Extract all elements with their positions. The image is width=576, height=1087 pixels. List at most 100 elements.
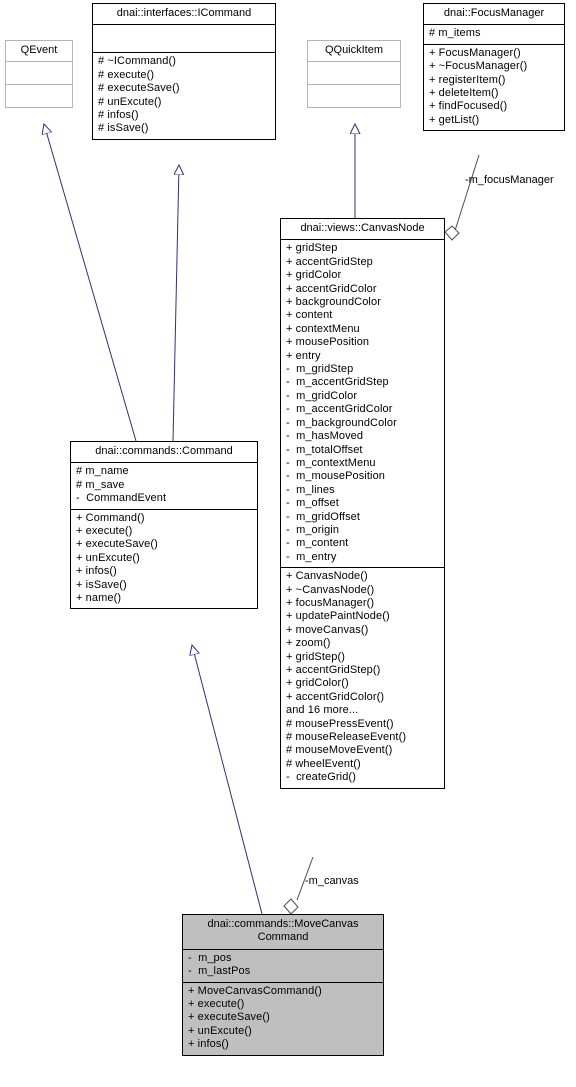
- class-box-qevent[interactable]: QEvent: [5, 40, 73, 109]
- class-attributes-canvasnode: + gridStep + accentGridStep + gridColor …: [281, 239, 444, 567]
- class-operations-qquickitem: [308, 84, 400, 107]
- member: # wheelEvent(): [286, 757, 361, 770]
- member: + name(): [76, 592, 122, 605]
- edge-canvasnode-aggregates-focusmanager: [444, 154, 480, 241]
- class-title-qquickitem: QQuickItem: [324, 44, 384, 56]
- class-box-movecanvascommand[interactable]: dnai::commands::MoveCanvas Command - m_p…: [182, 914, 384, 1056]
- member: # unExcute(): [98, 95, 162, 108]
- member: + executeSave(): [76, 538, 158, 551]
- member: # ~ICommand(): [98, 55, 177, 68]
- class-title-canvasnode: dnai::views::CanvasNode: [300, 222, 425, 234]
- member: # mouseMoveEvent(): [286, 744, 393, 757]
- class-operations-canvasnode: + CanvasNode() + ~CanvasNode() + focusMa…: [281, 567, 444, 788]
- class-box-canvasnode[interactable]: dnai::views::CanvasNode + gridStep + acc…: [280, 218, 445, 789]
- member: # mouseReleaseEvent(): [286, 731, 407, 744]
- member: # mousePressEvent(): [286, 717, 394, 730]
- class-attributes-command: # m_name # m_save - CommandEvent: [71, 462, 257, 508]
- member: + content: [286, 309, 333, 322]
- member: + MoveCanvasCommand(): [188, 984, 322, 997]
- member: - m_lastPos: [188, 965, 251, 978]
- member: + execute(): [188, 998, 245, 1011]
- edge-label-focus-manager: -m_focusManager: [465, 174, 554, 186]
- member: + gridStep(): [286, 650, 345, 663]
- member: + accentGridColor(): [286, 690, 385, 703]
- member: + deleteItem(): [429, 87, 499, 100]
- member: + gridColor(): [286, 677, 349, 690]
- member: - m_entry: [286, 550, 337, 563]
- member: # isSave(): [98, 122, 149, 135]
- member: + isSave(): [76, 578, 127, 591]
- member: # executeSave(): [98, 82, 180, 95]
- class-operations-focusmanager: + FocusManager() + ~FocusManager() + reg…: [424, 43, 564, 130]
- member: - createGrid(): [286, 771, 356, 784]
- member: - m_offset: [286, 497, 339, 510]
- member: - m_gridOffset: [286, 510, 361, 523]
- member: + updatePaintNode(): [286, 610, 390, 623]
- member: + accentGridStep: [286, 255, 373, 268]
- member: + ~FocusManager(): [429, 60, 528, 73]
- member: - m_origin: [286, 523, 340, 536]
- class-title-movecanvascommand: dnai::commands::MoveCanvas Command: [207, 918, 359, 944]
- member: # m_items: [429, 27, 481, 40]
- member: + gridColor: [286, 269, 342, 282]
- member: - m_gridStep: [286, 363, 354, 376]
- member: + unExcute(): [188, 1024, 252, 1037]
- member: + getList(): [429, 113, 480, 126]
- member: - m_gridColor: [286, 389, 358, 402]
- member: # m_name: [76, 465, 129, 478]
- member: + execute(): [76, 525, 133, 538]
- member: + backgroundColor: [286, 296, 381, 309]
- member: + mousePosition: [286, 336, 370, 349]
- member: + gridStep: [286, 242, 338, 255]
- class-operations-icommand: # ~ICommand() # execute() # executeSave(…: [93, 52, 275, 138]
- member: + ~CanvasNode(): [286, 583, 375, 596]
- member: + infos(): [76, 565, 117, 578]
- class-title-focusmanager: dnai::FocusManager: [443, 7, 545, 19]
- class-operations-command: + Command() + execute() + executeSave() …: [71, 508, 257, 609]
- member: - m_content: [286, 537, 349, 550]
- class-attributes-icommand: [93, 24, 275, 52]
- member: + zoom(): [286, 637, 331, 650]
- class-operations-movecanvascommand: + MoveCanvasCommand() + execute() + exec…: [183, 981, 383, 1055]
- member: - m_accentGridColor: [286, 403, 393, 416]
- member: - m_backgroundColor: [286, 416, 397, 429]
- member: + executeSave(): [188, 1011, 270, 1024]
- class-box-command[interactable]: dnai::commands::Command # m_name # m_sav…: [70, 441, 258, 610]
- edge-label-canvas: -m_canvas: [305, 875, 359, 887]
- member: + moveCanvas(): [286, 623, 369, 636]
- member: + FocusManager(): [429, 46, 521, 59]
- member: + entry: [286, 349, 321, 362]
- member: # m_save: [76, 478, 125, 491]
- member: - CommandEvent: [76, 492, 167, 505]
- member: + registerItem(): [429, 73, 506, 86]
- member: - m_mousePosition: [286, 470, 386, 483]
- member: - m_contextMenu: [286, 456, 376, 469]
- class-attributes-movecanvascommand: - m_pos - m_lastPos: [183, 948, 383, 982]
- member: - m_pos: [188, 951, 232, 964]
- member: # execute(): [98, 68, 155, 81]
- class-operations-qevent: [6, 84, 72, 107]
- member: + focusManager(): [286, 596, 375, 609]
- class-title-qevent: QEvent: [20, 44, 58, 56]
- member: + accentGridStep(): [286, 664, 381, 676]
- class-title-command: dnai::commands::Command: [95, 445, 233, 457]
- member: - m_hasMoved: [286, 430, 364, 443]
- uml-class-diagram: QEvent dnai::interfaces::ICommand # ~ICo…: [0, 0, 576, 1087]
- class-attributes-qevent: [6, 61, 72, 84]
- member: - m_totalOffset: [286, 443, 363, 456]
- more-members-note: and 16 more...: [286, 704, 359, 717]
- edge-movecanvascommand-inherits-command: [192, 645, 263, 915]
- class-box-focusmanager[interactable]: dnai::FocusManager # m_items + FocusMana…: [423, 3, 565, 132]
- class-attributes-focusmanager: # m_items: [424, 24, 564, 43]
- member: - m_lines: [286, 483, 335, 496]
- member: + Command(): [76, 511, 145, 524]
- edge-command-inherits-icommand: [172, 165, 179, 442]
- class-attributes-qquickitem: [308, 61, 400, 84]
- class-title-icommand: dnai::interfaces::ICommand: [116, 7, 252, 19]
- class-box-icommand[interactable]: dnai::interfaces::ICommand # ~ICommand()…: [92, 3, 276, 140]
- member: + infos(): [188, 1038, 229, 1051]
- class-box-qquickitem[interactable]: QQuickItem: [307, 40, 401, 109]
- member: + findFocused(): [429, 100, 508, 113]
- member: + unExcute(): [76, 551, 140, 564]
- member: + CanvasNode(): [286, 570, 368, 583]
